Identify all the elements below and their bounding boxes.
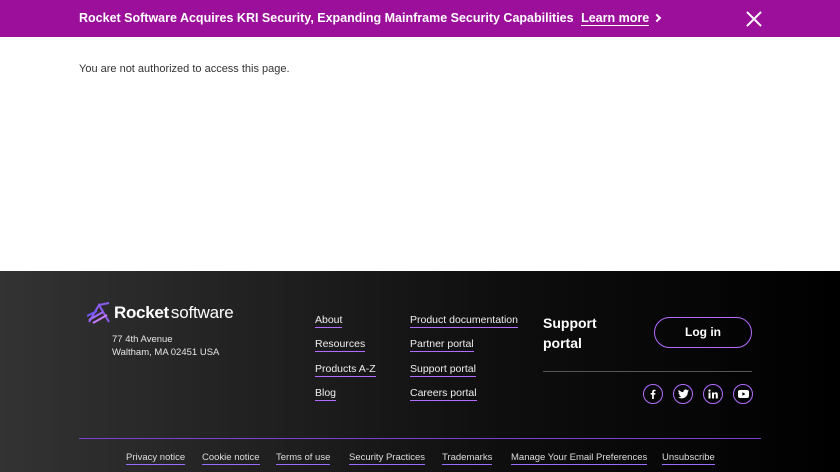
footer-link-blog[interactable]: Blog bbox=[315, 387, 337, 401]
privacy-notice-link[interactable]: Privacy notice bbox=[126, 452, 186, 465]
footer-link-product-documentation[interactable]: Product documentation bbox=[410, 314, 518, 328]
login-button[interactable]: Log in bbox=[654, 317, 752, 348]
youtube-icon[interactable] bbox=[733, 384, 753, 404]
company-address: 77 4th Avenue Waltham, MA 02451 USA bbox=[112, 333, 219, 359]
terms-of-use-link[interactable]: Terms of use bbox=[276, 452, 331, 465]
footer-link-resources[interactable]: Resources bbox=[315, 338, 366, 352]
email-preferences-link[interactable]: Manage Your Email Preferences bbox=[511, 452, 648, 465]
footer-divider bbox=[79, 438, 761, 439]
address-line-1: 77 4th Avenue bbox=[112, 334, 173, 345]
logo-word-software: software bbox=[170, 303, 234, 322]
logo-word-rocket: Rocket bbox=[114, 303, 169, 322]
footer-link-careers-portal[interactable]: Careers portal bbox=[410, 387, 477, 401]
footer-link-support-portal[interactable]: Support portal bbox=[410, 363, 476, 377]
chevron-right-icon[interactable] bbox=[652, 13, 662, 23]
footer-link-about[interactable]: About bbox=[315, 314, 343, 328]
twitter-icon[interactable] bbox=[673, 384, 693, 404]
address-line-2: Waltham, MA 02451 USA bbox=[112, 347, 220, 358]
cookie-notice-link[interactable]: Cookie notice bbox=[202, 452, 260, 465]
security-practices-link[interactable]: Security Practices bbox=[349, 452, 426, 465]
divider bbox=[543, 371, 752, 372]
footer-link-partner-portal[interactable]: Partner portal bbox=[410, 338, 474, 352]
banner-message: Rocket Software Acquires KRI Security, E… bbox=[79, 11, 574, 25]
site-footer: Rocket software 77 4th Avenue Waltham, M… bbox=[0, 271, 840, 472]
rocket-software-logo[interactable]: Rocket software bbox=[87, 302, 234, 324]
banner-text-wrap: Rocket Software Acquires KRI Security, E… bbox=[79, 11, 662, 26]
support-portal-heading: Support portal bbox=[543, 315, 597, 351]
unsubscribe-link[interactable]: Unsubscribe bbox=[662, 452, 715, 465]
close-icon[interactable] bbox=[745, 10, 763, 28]
footer-link-products[interactable]: Products A-Z bbox=[315, 363, 376, 377]
linkedin-icon[interactable] bbox=[703, 384, 723, 404]
learn-more-link[interactable]: Learn more bbox=[581, 11, 650, 26]
rocket-logo-icon bbox=[87, 302, 110, 324]
announcement-banner: Rocket Software Acquires KRI Security, E… bbox=[0, 0, 840, 37]
trademarks-link[interactable]: Trademarks bbox=[442, 452, 493, 465]
unauthorized-message: You are not authorized to access this pa… bbox=[79, 63, 290, 75]
facebook-icon[interactable] bbox=[643, 384, 663, 404]
